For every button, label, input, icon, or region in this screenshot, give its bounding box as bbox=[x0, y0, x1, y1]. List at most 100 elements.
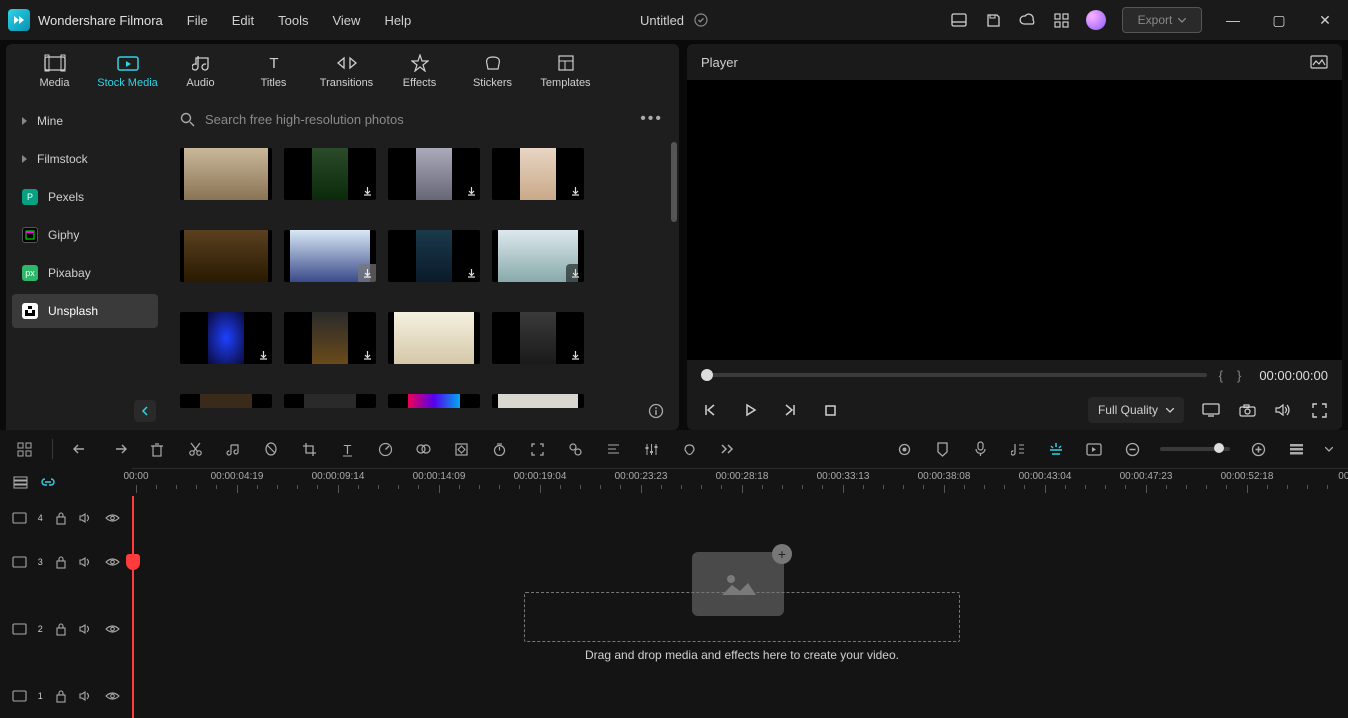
menu-help[interactable]: Help bbox=[384, 13, 411, 28]
user-avatar[interactable] bbox=[1086, 10, 1106, 30]
progress-knob[interactable] bbox=[701, 369, 713, 381]
smart-edit-button[interactable] bbox=[1046, 439, 1066, 459]
tab-templates[interactable]: Templates bbox=[529, 49, 602, 93]
download-icon[interactable] bbox=[566, 264, 584, 282]
tab-media[interactable]: Media bbox=[18, 49, 91, 93]
cloud-icon[interactable] bbox=[1018, 11, 1036, 29]
quality-dropdown[interactable]: Full Quality bbox=[1088, 397, 1184, 423]
volume-icon[interactable] bbox=[1274, 401, 1292, 419]
color-button[interactable] bbox=[413, 439, 433, 459]
track-lock-icon[interactable] bbox=[53, 621, 69, 637]
music-icon[interactable] bbox=[223, 439, 243, 459]
fullscreen-icon[interactable] bbox=[1310, 401, 1328, 419]
tab-transitions[interactable]: Transitions bbox=[310, 49, 383, 93]
gallery-scrollbar[interactable] bbox=[671, 142, 677, 222]
track-view-chevron[interactable] bbox=[1324, 439, 1334, 459]
sidebar-collapse-button[interactable] bbox=[134, 400, 156, 422]
text-button[interactable]: T bbox=[337, 439, 357, 459]
crop-button[interactable] bbox=[299, 439, 319, 459]
stock-thumb[interactable] bbox=[388, 148, 480, 200]
align-button[interactable] bbox=[603, 439, 623, 459]
mark-in-button[interactable]: { bbox=[1217, 368, 1225, 383]
add-media-button[interactable]: + bbox=[772, 544, 792, 564]
timeline-track[interactable]: 4 bbox=[0, 496, 1348, 540]
stop-button[interactable] bbox=[821, 401, 839, 419]
download-icon[interactable] bbox=[566, 182, 584, 200]
more-options-icon[interactable]: ••• bbox=[640, 110, 663, 128]
download-icon[interactable] bbox=[566, 346, 584, 364]
zoom-slider[interactable] bbox=[1160, 447, 1230, 451]
track-visibility-icon[interactable] bbox=[104, 510, 120, 526]
stock-thumb[interactable] bbox=[388, 230, 480, 282]
snapshot-icon[interactable] bbox=[1310, 55, 1328, 69]
info-icon[interactable] bbox=[647, 402, 665, 420]
zoom-out-button[interactable] bbox=[1122, 439, 1142, 459]
render-button[interactable] bbox=[1084, 439, 1104, 459]
menu-view[interactable]: View bbox=[332, 13, 360, 28]
voiceover-button[interactable] bbox=[679, 439, 699, 459]
timeline-track[interactable]: 3 bbox=[0, 540, 1348, 584]
track-visibility-icon[interactable] bbox=[104, 621, 120, 637]
stock-thumb[interactable] bbox=[180, 230, 272, 282]
undo-button[interactable] bbox=[71, 439, 91, 459]
sidebar-item-mine[interactable]: Mine bbox=[12, 104, 158, 138]
stock-thumb[interactable] bbox=[388, 394, 480, 408]
player-viewport[interactable] bbox=[687, 80, 1342, 360]
stock-thumb[interactable] bbox=[284, 312, 376, 364]
stock-thumb[interactable] bbox=[180, 312, 272, 364]
stock-thumb[interactable] bbox=[284, 394, 376, 408]
stock-thumb[interactable] bbox=[492, 148, 584, 200]
grid-icon[interactable] bbox=[14, 439, 34, 459]
record-button[interactable] bbox=[894, 439, 914, 459]
track-mute-icon[interactable] bbox=[79, 688, 95, 704]
close-button[interactable]: ✕ bbox=[1310, 12, 1340, 29]
chroma-button[interactable] bbox=[565, 439, 585, 459]
stock-thumb[interactable] bbox=[180, 394, 272, 408]
duration-button[interactable] bbox=[489, 439, 509, 459]
menu-file[interactable]: File bbox=[187, 13, 208, 28]
timeline-track[interactable]: 1 bbox=[0, 674, 1348, 718]
detect-button[interactable] bbox=[527, 439, 547, 459]
download-icon[interactable] bbox=[358, 346, 376, 364]
download-icon[interactable] bbox=[254, 346, 272, 364]
mark-out-button[interactable]: } bbox=[1235, 368, 1243, 383]
download-icon[interactable] bbox=[462, 182, 480, 200]
marker-button[interactable] bbox=[932, 439, 952, 459]
tab-titles[interactable]: TTitles bbox=[237, 49, 310, 93]
save-icon[interactable] bbox=[984, 11, 1002, 29]
stock-thumb[interactable] bbox=[492, 230, 584, 282]
link-button[interactable] bbox=[40, 474, 56, 490]
sidebar-item-unsplash[interactable]: Unsplash bbox=[12, 294, 158, 328]
timeline-ruler[interactable]: 00:0000:00:04:1900:00:09:1400:00:14:0900… bbox=[132, 468, 1348, 496]
tab-audio[interactable]: Audio bbox=[164, 49, 237, 93]
track-mute-icon[interactable] bbox=[79, 554, 95, 570]
track-lock-icon[interactable] bbox=[53, 510, 69, 526]
maximize-button[interactable]: ▢ bbox=[1264, 12, 1294, 29]
menu-edit[interactable]: Edit bbox=[232, 13, 254, 28]
stock-thumb[interactable] bbox=[388, 312, 480, 364]
track-visibility-icon[interactable] bbox=[104, 554, 120, 570]
display-icon[interactable] bbox=[1202, 401, 1220, 419]
drop-zone[interactable] bbox=[524, 592, 960, 642]
track-view-button[interactable] bbox=[1286, 439, 1306, 459]
prev-frame-button[interactable] bbox=[701, 401, 719, 419]
seed-icon[interactable] bbox=[261, 439, 281, 459]
track-mute-icon[interactable] bbox=[79, 621, 95, 637]
track-lock-icon[interactable] bbox=[53, 554, 69, 570]
track-mute-icon[interactable] bbox=[79, 510, 95, 526]
sidebar-item-filmstock[interactable]: Filmstock bbox=[12, 142, 158, 176]
next-frame-button[interactable] bbox=[781, 401, 799, 419]
export-button[interactable]: Export bbox=[1122, 7, 1202, 33]
sidebar-item-pixabay[interactable]: pxPixabay bbox=[12, 256, 158, 290]
sidebar-item-pexels[interactable]: PPexels bbox=[12, 180, 158, 214]
redo-button[interactable] bbox=[109, 439, 129, 459]
keyframe-button[interactable] bbox=[451, 439, 471, 459]
track-visibility-icon[interactable] bbox=[104, 688, 120, 704]
search-input[interactable] bbox=[205, 112, 630, 127]
split-button[interactable] bbox=[185, 439, 205, 459]
menu-tools[interactable]: Tools bbox=[278, 13, 308, 28]
apps-icon[interactable] bbox=[1052, 11, 1070, 29]
delete-button[interactable] bbox=[147, 439, 167, 459]
stock-thumb[interactable] bbox=[492, 312, 584, 364]
sidebar-item-giphy[interactable]: Giphy bbox=[12, 218, 158, 252]
